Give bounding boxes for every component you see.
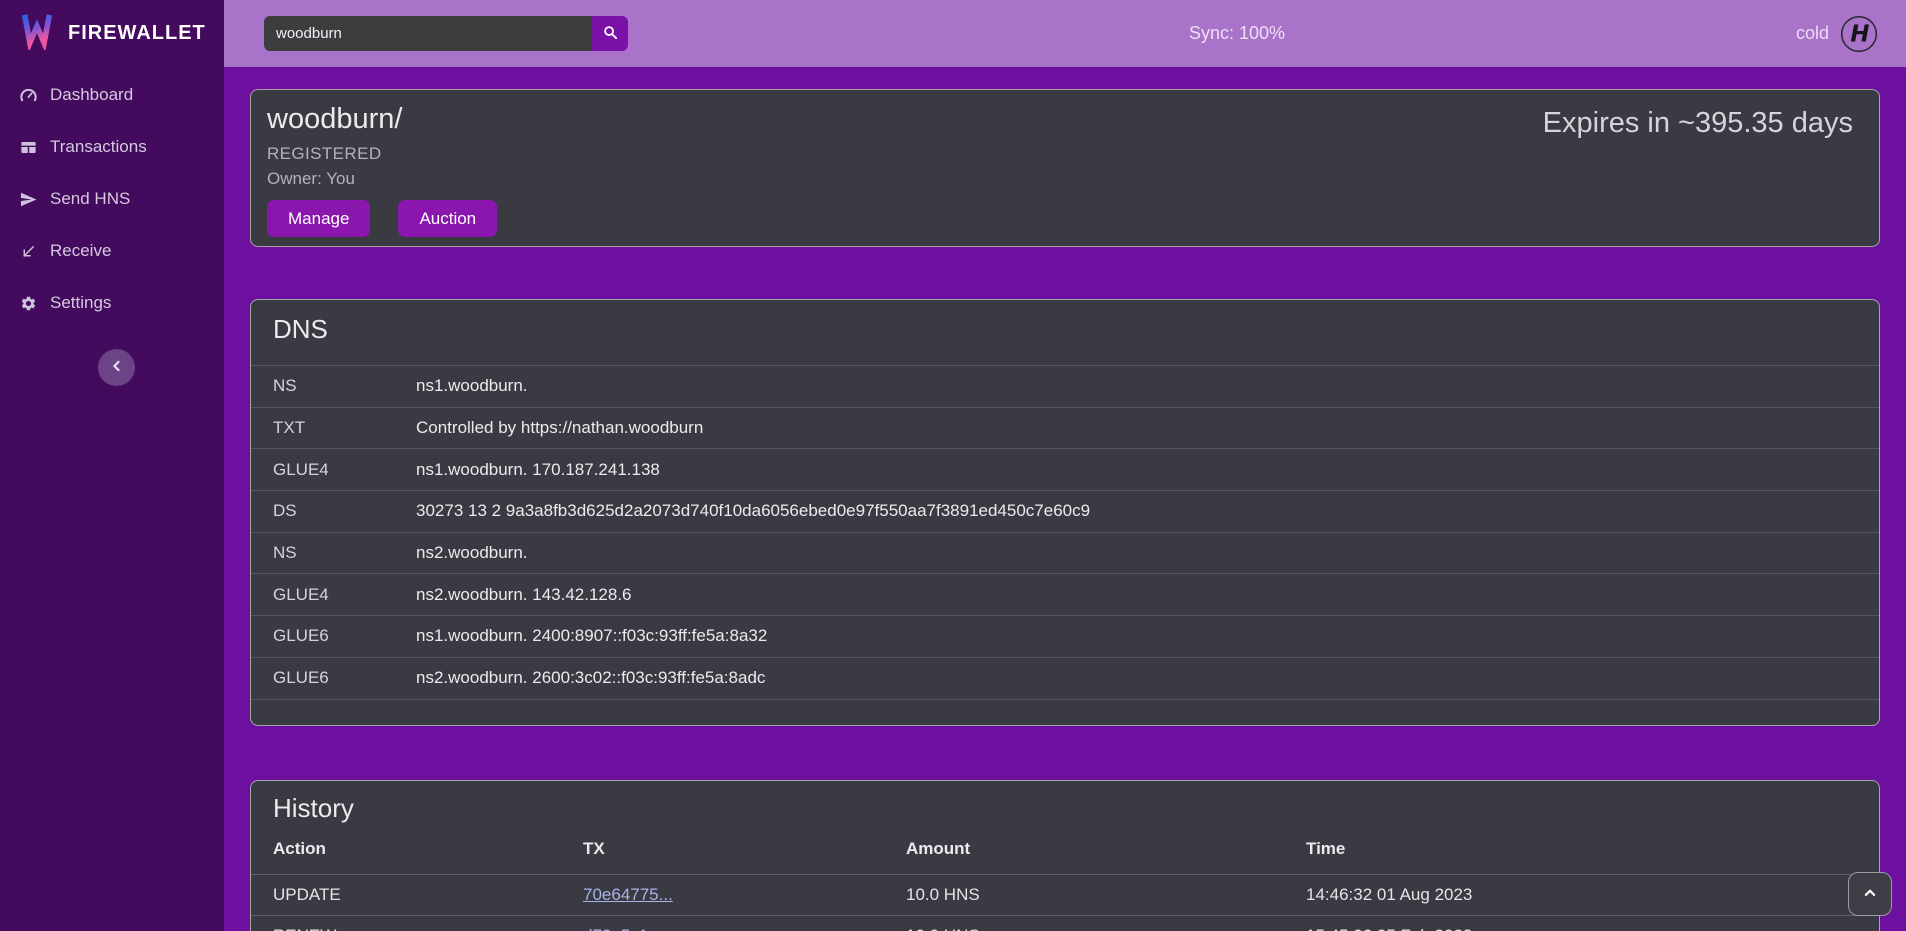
table-icon [19, 138, 38, 157]
receive-arrow-icon [19, 242, 38, 261]
history-action: RENEW [273, 926, 583, 931]
dns-record-type: NS [251, 376, 416, 396]
firewallet-app: FIREWALLET Dashboard Transactions Send H… [0, 0, 1906, 931]
wallet-chip[interactable]: cold H [1796, 0, 1878, 67]
dns-record-value: ns1.woodburn. [416, 376, 528, 396]
sidebar-item-receive[interactable]: Receive [0, 225, 224, 277]
dns-row: GLUE4 ns1.woodburn. 170.187.241.138 [251, 448, 1879, 490]
search-button[interactable] [592, 16, 628, 51]
dns-row: GLUE6 ns2.woodburn. 2600:3c02::f03c:93ff… [251, 657, 1879, 699]
history-col-tx: TX [583, 839, 906, 859]
history-time: 14:46:32 01 Aug 2023 [1306, 885, 1879, 905]
sidebar-item-label: Dashboard [50, 85, 133, 105]
topbar: Sync: 100% cold H [224, 0, 1906, 67]
sidebar-item-dashboard[interactable]: Dashboard [0, 69, 224, 121]
dns-record-value: ns2.woodburn. 2600:3c02::f03c:93ff:fe5a:… [416, 668, 765, 688]
sidebar-nav: Dashboard Transactions Send HNS Receive [0, 69, 224, 329]
domain-owner: Owner: You [267, 169, 1863, 189]
dns-row: NS ns1.woodburn. [251, 365, 1879, 407]
history-time: 15:45:06 05 Feb 2023 [1306, 926, 1879, 931]
search-input[interactable] [264, 16, 592, 51]
dns-record-value: 30273 13 2 9a3a8fb3d625d2a2073d740f10da6… [416, 501, 1090, 521]
dns-record-value: ns2.woodburn. 143.42.128.6 [416, 585, 632, 605]
brand-logo-row: FIREWALLET [0, 0, 224, 67]
send-icon [19, 190, 38, 209]
chevron-up-icon [1861, 884, 1879, 905]
sidebar-item-settings[interactable]: Settings [0, 277, 224, 329]
dns-record-value: ns2.woodburn. [416, 543, 528, 563]
dns-record-type: GLUE4 [251, 460, 416, 480]
sidebar-item-send-hns[interactable]: Send HNS [0, 173, 224, 225]
auction-button[interactable]: Auction [398, 200, 497, 237]
brand-name: FIREWALLET [68, 22, 206, 45]
sidebar-item-transactions[interactable]: Transactions [0, 121, 224, 173]
chevron-left-icon [108, 357, 126, 378]
history-card: History Action TX Amount Time UPDATE 70e… [250, 780, 1880, 931]
scroll-to-top-button[interactable] [1848, 872, 1892, 916]
dns-record-type: TXT [251, 418, 416, 438]
history-col-time: Time [1306, 839, 1879, 859]
dns-row: GLUE6 ns1.woodburn. 2400:8907::f03c:93ff… [251, 615, 1879, 657]
history-col-amount: Amount [906, 839, 1306, 859]
tx-link[interactable]: d72e5c1... [583, 926, 662, 931]
expires-label: Expires in ~395.35 days [1543, 107, 1853, 140]
domain-card: woodburn/ REGISTERED Owner: You Manage A… [250, 89, 1880, 247]
dns-title: DNS [273, 314, 1879, 345]
handshake-logo-icon: H [1840, 15, 1878, 53]
dns-card: DNS NS ns1.woodburn. TXT Controlled by h… [250, 299, 1880, 726]
domain-actions: Manage Auction [267, 200, 1863, 237]
dns-row: GLUE4 ns2.woodburn. 143.42.128.6 [251, 573, 1879, 615]
dashboard-gauge-icon [19, 86, 38, 105]
history-title: History [273, 793, 1879, 824]
dns-row: NS ns2.woodburn. [251, 532, 1879, 574]
history-action: UPDATE [273, 885, 583, 905]
sidebar-item-label: Send HNS [50, 189, 130, 209]
dns-table: NS ns1.woodburn. TXT Controlled by https… [251, 365, 1879, 700]
sync-status: Sync: 100% [1189, 0, 1285, 67]
sidebar-item-label: Transactions [50, 137, 147, 157]
wallet-name: cold [1796, 23, 1829, 44]
dns-record-type: GLUE6 [251, 668, 416, 688]
dns-record-type: NS [251, 543, 416, 563]
tx-link[interactable]: 70e64775... [583, 885, 673, 904]
history-row: UPDATE 70e64775... 10.0 HNS 14:46:32 01 … [251, 874, 1879, 915]
sidebar-collapse-button[interactable] [98, 349, 135, 386]
history-col-action: Action [273, 839, 583, 859]
history-header-row: Action TX Amount Time [251, 824, 1879, 874]
svg-text:H: H [1850, 21, 1869, 47]
sidebar: FIREWALLET Dashboard Transactions Send H… [0, 0, 224, 931]
domain-status: REGISTERED [267, 144, 1863, 164]
manage-button[interactable]: Manage [267, 200, 370, 237]
dns-record-value: Controlled by https://nathan.woodburn [416, 418, 703, 438]
sidebar-item-label: Receive [50, 241, 111, 261]
firewallet-w-logo-icon [18, 12, 56, 55]
dns-record-value: ns1.woodburn. 2400:8907::f03c:93ff:fe5a:… [416, 626, 767, 646]
dns-record-type: GLUE4 [251, 585, 416, 605]
dns-record-value: ns1.woodburn. 170.187.241.138 [416, 460, 660, 480]
history-row: RENEW d72e5c1... 10.0 HNS 15:45:06 05 Fe… [251, 915, 1879, 931]
history-amount: 10.0 HNS [906, 885, 1306, 905]
dns-row: TXT Controlled by https://nathan.woodbur… [251, 407, 1879, 449]
sidebar-item-label: Settings [50, 293, 111, 313]
search-bar [264, 16, 628, 51]
dns-record-type: DS [251, 501, 416, 521]
dns-record-type: GLUE6 [251, 626, 416, 646]
dns-row: DS 30273 13 2 9a3a8fb3d625d2a2073d740f10… [251, 490, 1879, 532]
history-amount: 10.0 HNS [906, 926, 1306, 931]
search-icon [602, 24, 619, 44]
gear-icon [19, 294, 38, 313]
